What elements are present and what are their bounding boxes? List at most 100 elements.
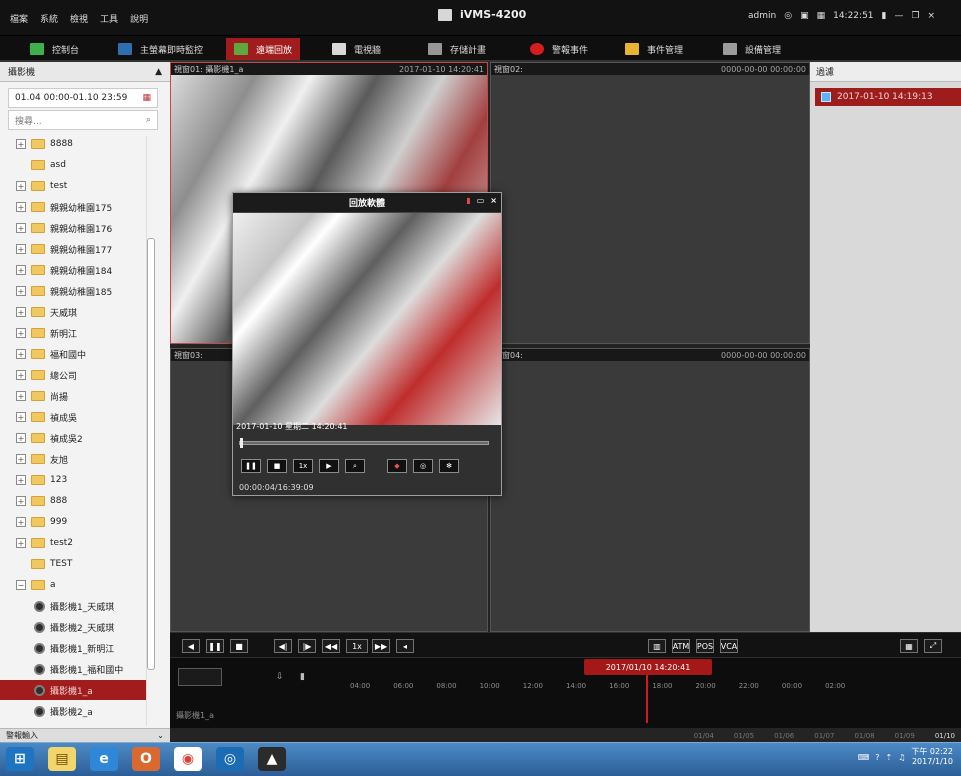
pane-4[interactable]: 視窗04: 0000-00-00 00:00:00: [490, 348, 810, 632]
menu-tools[interactable]: 工具: [100, 12, 118, 25]
pause-button[interactable]: ❚❚: [241, 459, 261, 473]
expand-icon[interactable]: +: [16, 538, 26, 548]
nav-remote-playback[interactable]: 遠端回放: [226, 38, 301, 60]
expand-icon[interactable]: +: [16, 454, 26, 464]
fast-button[interactable]: ▶▶: [372, 639, 390, 653]
progress-handle[interactable]: [240, 438, 243, 448]
zoom-button[interactable]: ⌕: [345, 459, 365, 473]
pause-all-button[interactable]: ❚❚: [206, 639, 224, 653]
expand-icon[interactable]: −: [16, 580, 26, 590]
tree-folder-item[interactable]: +8888: [0, 134, 146, 154]
speed-button[interactable]: 1x: [293, 459, 313, 473]
nav-event-management[interactable]: 事件管理: [617, 38, 691, 60]
tree-folder-item[interactable]: +888: [0, 491, 146, 511]
speed-display-button[interactable]: 1x: [346, 639, 368, 653]
lock-icon[interactable]: ▮: [882, 11, 887, 21]
expand-icon[interactable]: +: [16, 370, 26, 380]
tree-folder-item[interactable]: + 親親幼稚園175: [0, 197, 146, 217]
tree-camera-item[interactable]: 攝影機2_a: [0, 701, 146, 721]
grid-icon[interactable]: ▦: [817, 11, 826, 21]
step-back-button[interactable]: ◀|: [274, 639, 292, 653]
alarm-input-bar[interactable]: 警報輸入 ⌄: [0, 728, 170, 742]
expand-icon[interactable]: +: [16, 139, 26, 149]
expand-icon[interactable]: +: [16, 517, 26, 527]
tree-folder-item[interactable]: + test2: [0, 533, 146, 553]
tree-folder-item[interactable]: + 親親幼稚園177: [0, 239, 146, 259]
settings-button[interactable]: ✻: [439, 459, 459, 473]
date-tick[interactable]: 01/04: [694, 732, 714, 740]
expand-icon[interactable]: +: [16, 475, 26, 485]
fullscreen-button[interactable]: ⤢: [924, 639, 942, 653]
tree-folder-item[interactable]: + 禎成吳2: [0, 428, 146, 448]
frame-forward-button[interactable]: ▶: [319, 459, 339, 473]
restore-icon[interactable]: ❐: [911, 11, 919, 21]
pos-button[interactable]: POS: [696, 639, 714, 653]
tree-folder-item[interactable]: +123: [0, 470, 146, 490]
nav-video-wall[interactable]: 電視牆: [324, 38, 389, 60]
expand-icon[interactable]: +: [16, 181, 26, 191]
help-icon[interactable]: ?: [875, 753, 879, 762]
timeline-cursor[interactable]: [646, 675, 648, 723]
network-tray-icon[interactable]: ⇡: [886, 753, 893, 762]
tree-camera-item[interactable]: 攝影機1_a: [0, 680, 146, 700]
slow-button[interactable]: ◀◀: [322, 639, 340, 653]
tree-folder-item[interactable]: + 親親幼稚園185: [0, 281, 146, 301]
volume-button[interactable]: ◂: [396, 639, 414, 653]
calendar-icon[interactable]: ▦: [142, 93, 151, 103]
pane-2[interactable]: 視窗02: 0000-00-00 00:00:00: [490, 62, 810, 344]
date-tick[interactable]: 01/09: [895, 732, 915, 740]
tree-camera-item[interactable]: 攝影機1_新明江: [0, 638, 146, 658]
expand-icon[interactable]: +: [16, 307, 26, 317]
office-icon[interactable]: O: [132, 747, 160, 771]
atm-button[interactable]: ATM: [672, 639, 690, 653]
expand-icon[interactable]: +: [16, 391, 26, 401]
step-forward-button[interactable]: |▶: [298, 639, 316, 653]
ivms-icon[interactable]: ▲: [258, 747, 286, 771]
tree-folder-item[interactable]: + 總公司: [0, 365, 146, 385]
tree-folder-item[interactable]: + test: [0, 176, 146, 196]
minimize-icon[interactable]: —: [894, 11, 903, 21]
expand-icon[interactable]: +: [16, 265, 26, 275]
download-icon[interactable]: ⇩: [276, 672, 284, 682]
expand-icon[interactable]: +: [16, 286, 26, 296]
speaker-icon[interactable]: ♫: [898, 753, 905, 762]
nav-storage-plan[interactable]: 存儲計畫: [420, 38, 494, 60]
keyboard-icon[interactable]: ⌨: [858, 753, 870, 762]
stop-all-button[interactable]: ■: [230, 639, 248, 653]
date-range-field[interactable]: 01.04 00:00-01.10 23:59 ▦: [8, 88, 158, 108]
tree-folder-item[interactable]: + 友旭: [0, 449, 146, 469]
tree-folder-item[interactable]: + 尚揚: [0, 386, 146, 406]
tree-camera-item[interactable]: 攝影機1_天威琪: [0, 596, 146, 616]
expand-icon[interactable]: +: [16, 202, 26, 212]
vca-button[interactable]: VCA: [720, 639, 738, 653]
playback-progress[interactable]: [239, 441, 489, 445]
file-explorer-icon[interactable]: ▤: [48, 747, 76, 771]
date-tick[interactable]: 01/06: [774, 732, 794, 740]
search-box[interactable]: 搜尋... ⌕: [8, 110, 158, 130]
tree-folder-item[interactable]: + 福和國中: [0, 344, 146, 364]
expand-icon[interactable]: +: [16, 349, 26, 359]
menu-help[interactable]: 說明: [130, 12, 148, 25]
date-tick[interactable]: 01/10: [935, 732, 955, 740]
tree-folder-item[interactable]: + 新明江: [0, 323, 146, 343]
menu-file[interactable]: 檔案: [10, 12, 28, 25]
record-item[interactable]: 2017-01-10 14:19:13: [815, 88, 961, 106]
nav-device-management[interactable]: 設備管理: [715, 38, 789, 60]
date-tick[interactable]: 01/05: [734, 732, 754, 740]
tree-folder-item[interactable]: − a: [0, 575, 146, 595]
record-icon[interactable]: ▮: [466, 196, 470, 205]
start-button[interactable]: ⊞: [6, 747, 34, 771]
alarm-input-chevron-icon[interactable]: ⌄: [157, 731, 164, 740]
menu-system[interactable]: 系統: [40, 12, 58, 25]
timeline-toggle[interactable]: [178, 668, 222, 686]
date-tick[interactable]: 01/08: [854, 732, 874, 740]
stop-button[interactable]: ■: [267, 459, 287, 473]
internet-explorer-icon[interactable]: e: [90, 747, 118, 771]
previous-button[interactable]: ◀: [182, 639, 200, 653]
globe-icon[interactable]: ◎: [784, 11, 792, 21]
expand-icon[interactable]: +: [16, 244, 26, 254]
snapshot-button[interactable]: ◎: [413, 459, 433, 473]
tree-folder-item[interactable]: + 禎成吳: [0, 407, 146, 427]
layout-button[interactable]: ▦: [900, 639, 918, 653]
nav-control-panel[interactable]: 控制台: [22, 38, 87, 60]
